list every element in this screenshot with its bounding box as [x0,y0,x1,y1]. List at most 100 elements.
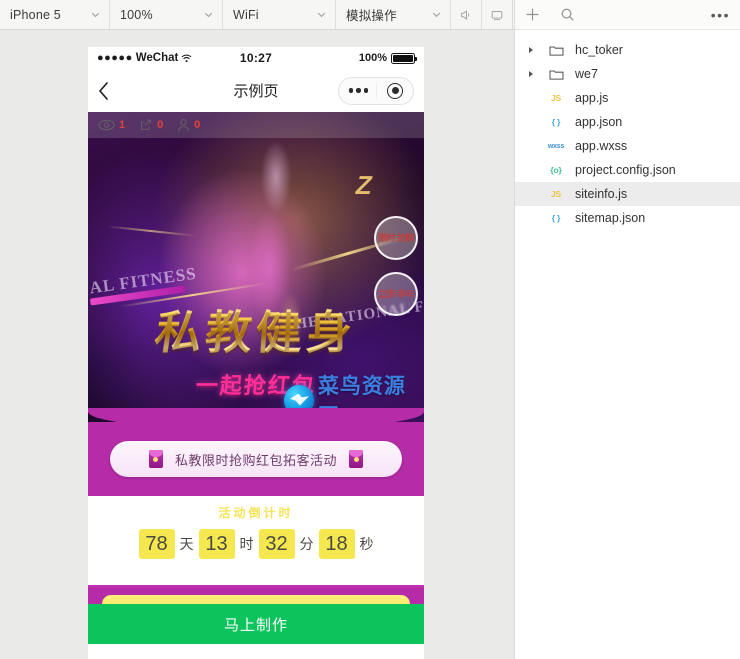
back-button[interactable] [98,81,124,101]
countdown-hours-value: 13 [198,529,235,559]
config-file-icon: {o} [543,165,569,175]
floating-action-2[interactable]: 立即 参与 [374,272,418,316]
chevron-right-icon[interactable] [525,70,537,78]
chevron-right-icon[interactable] [525,46,537,54]
cta-button[interactable]: 马上制作 [88,604,424,644]
countdown-seconds-unit: 秒 [359,536,374,552]
json-file-tag: { } [551,117,561,127]
json-file-icon: { } [543,117,569,127]
eye-icon [98,119,115,131]
file-tree-label: project.config.json [575,163,676,177]
signal-dots-icon: ●●●●● [97,52,133,64]
file-tree-row-hc_toker[interactable]: hc_toker [515,38,740,62]
file-tree-row-app-js[interactable]: JS app.js [515,86,740,110]
phone-status-bar: ●●●●● WeChat 10:27 100% [88,47,424,69]
folder-icon [543,44,569,57]
capsule-divider [376,82,377,99]
device-select-value: iPhone 5 [10,7,61,22]
wxss-file-tag: wxss [547,142,565,150]
config-file-tag: {o} [550,165,562,175]
js-file-tag: JS [551,93,561,103]
zoom-select[interactable]: 100% [110,0,223,29]
share-count-stat: 0 [139,118,163,132]
battery-icon [391,52,418,64]
countdown-hours-unit: 时 [239,536,254,552]
device-select[interactable]: iPhone 5 [0,0,110,29]
countdown-days-value: 78 [138,529,175,559]
chevron-down-icon [317,12,326,18]
hero-poster: Z Z NAL FITNESS THE NATIONAL FI 私教健身 一起抢… [88,112,424,422]
network-select-value: WiFi [233,7,259,22]
countdown-label: 活动倒计时 [218,506,294,520]
wifi-icon [181,54,192,62]
bottom-strip [88,587,424,621]
countdown-card: 活动倒计时 78 天 13 时 32 分 18 秒 [88,496,424,587]
cta-button-label: 马上制作 [223,616,288,634]
target-circle-icon[interactable] [387,82,404,99]
simulate-action-value: 模拟操作 [346,9,397,23]
promo-pill[interactable]: 私教限时抢购红包拓客活动 [110,441,402,477]
countdown-minutes-unit: 分 [299,536,314,552]
status-bar-time: 10:27 [239,51,273,65]
person-icon [178,118,190,132]
share-count: 0 [157,119,164,131]
status-bar-left: ●●●●● WeChat [97,52,240,64]
share-icon [141,119,152,130]
user-count: 0 [194,119,201,131]
floating-action-1-label: 限时 抢购 [377,233,415,243]
file-tree-label: hc_toker [575,43,623,57]
chevron-left-icon [99,81,108,100]
file-tree-row-project-config-json[interactable]: {o} project.config.json [515,158,740,182]
view-count-stat: 1 [98,119,125,131]
js-file-icon: JS [543,93,569,103]
file-tree-label: app.wxss [575,139,628,153]
simulate-action-select[interactable]: 模拟操作 [336,0,451,29]
speaker-icon[interactable] [451,0,482,29]
file-tree-row-we7[interactable]: we7 [515,62,740,86]
user-count-stat: 0 [177,118,200,132]
js-file-tag: JS [551,189,561,199]
file-tree-row-app-wxss[interactable]: wxss app.wxss [515,134,740,158]
hero-stats-bar: 1 0 0 [88,112,424,138]
view-count: 1 [119,119,126,131]
chevron-down-icon [91,12,100,18]
file-tree-label: siteinfo.js [575,187,628,201]
wxss-file-icon: wxss [543,143,569,150]
explorer-more-button[interactable]: ••• [711,8,730,22]
explorer-toolbar: ••• [515,0,740,30]
chevron-down-icon [204,12,213,18]
wechat-devtools-window: iPhone 5 100% WiFi 模拟操作 ●●●●● WeChat 10:… [0,0,740,659]
file-tree-label: sitemap.json [575,211,646,225]
simulator-toolbar: iPhone 5 100% WiFi 模拟操作 [0,0,514,30]
file-tree: hc_toker we7 JS app.js {} app.json wxss… [515,30,740,230]
poster-title-main: 私教健身 [151,297,357,362]
chevron-down-icon [432,12,441,18]
floating-action-1[interactable]: 限时 抢购 [374,216,418,260]
folder-icon [543,68,569,81]
file-tree-row-siteinfo-js[interactable]: JS siteinfo.js [515,182,740,206]
file-tree-label: app.js [575,91,609,105]
countdown-row: 78 天 13 时 32 分 18 秒 [88,529,424,559]
promo-text: 私教限时抢购红包拓客活动 [174,452,337,468]
red-packet-icon [349,450,363,468]
js-file-icon: JS [543,189,569,199]
file-tree-label: we7 [575,67,598,81]
monitor-icon[interactable] [482,0,513,29]
more-dots-icon[interactable] [348,88,369,93]
carrier-label: WeChat [135,52,179,64]
simulator-pane: iPhone 5 100% WiFi 模拟操作 ●●●●● WeChat 10:… [0,0,514,659]
countdown-days-unit: 天 [179,536,194,552]
plus-icon[interactable] [525,7,540,22]
zoom-select-value: 100% [120,7,153,22]
countdown-seconds-value: 18 [318,529,355,559]
search-icon[interactable] [560,7,575,22]
network-select[interactable]: WiFi [223,0,336,29]
file-tree-row-app-json[interactable]: { } app.json [515,110,740,134]
file-explorer-pane: ••• hc_toker we7 JS app.js {} app.json … [514,0,740,659]
wechat-capsule-button[interactable] [338,76,414,105]
phone-preview: ●●●●● WeChat 10:27 100% 示例页 Z NAL FITNES… [88,47,424,659]
file-tree-row-sitemap-json[interactable]: { } sitemap.json [515,206,740,230]
json-file-tag: { } [551,213,561,223]
status-bar-right: 100% [272,52,418,64]
battery-percent-label: 100% [358,52,388,64]
